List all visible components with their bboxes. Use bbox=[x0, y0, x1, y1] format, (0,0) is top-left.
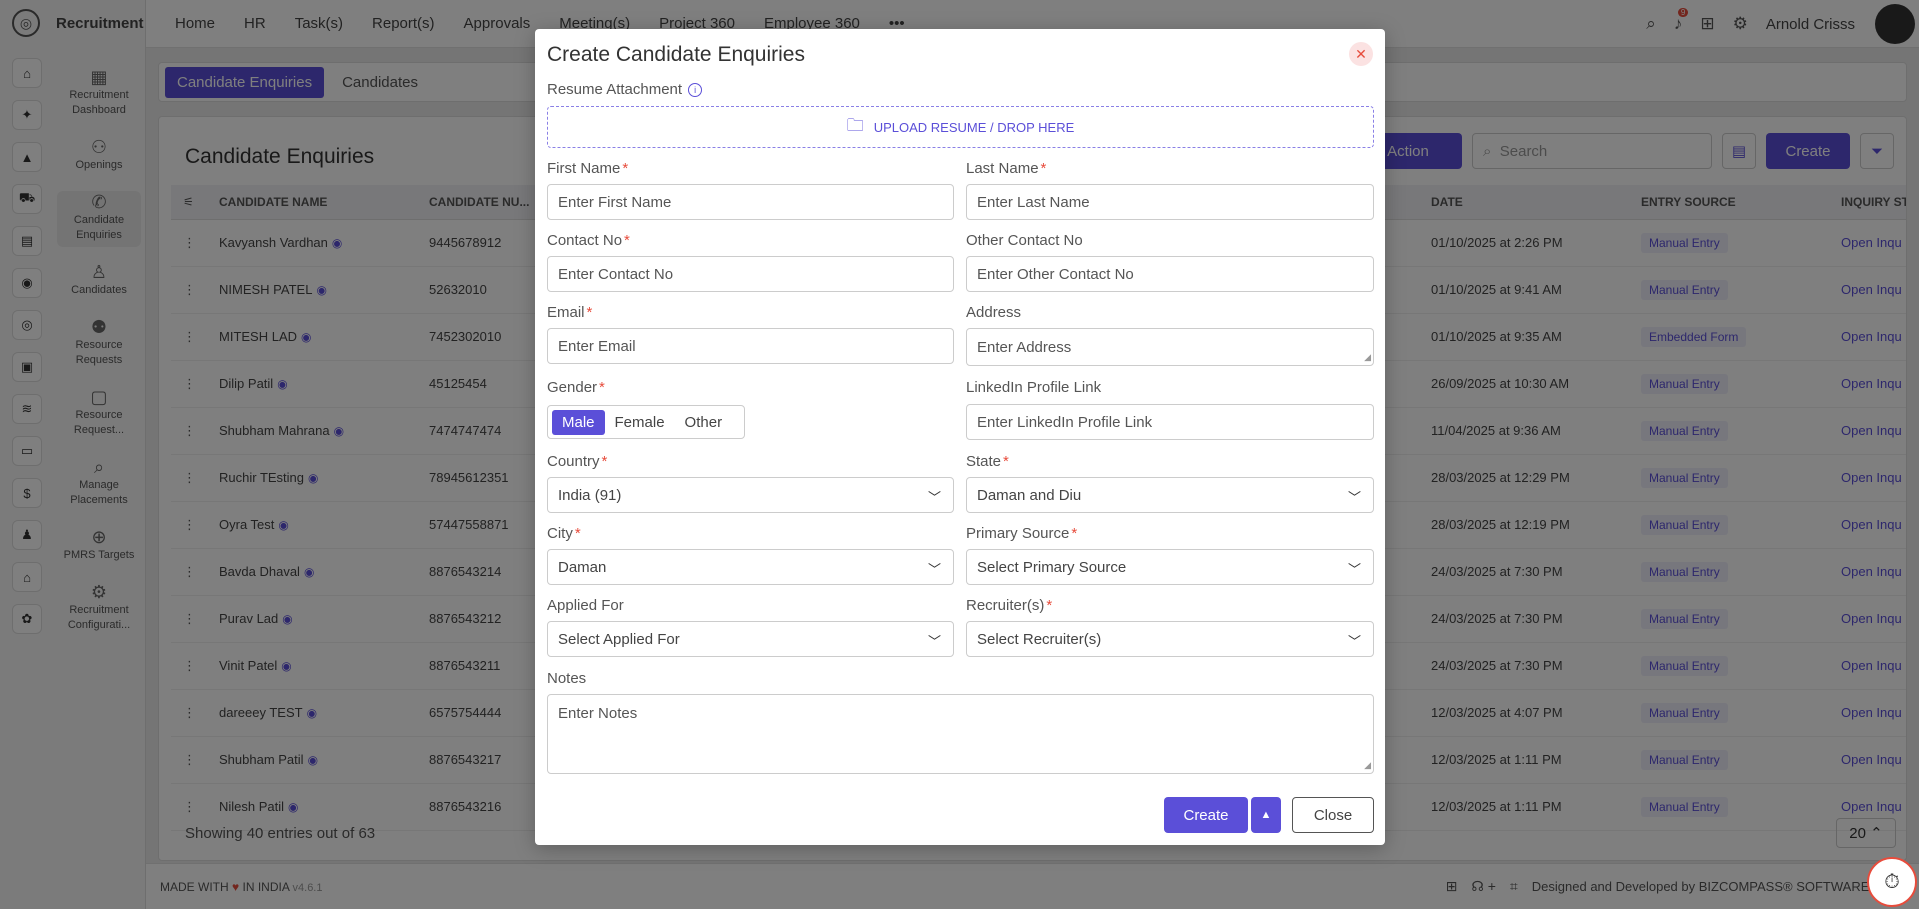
folder-icon: 🗀 bbox=[846, 115, 864, 135]
email-label: Email * bbox=[547, 304, 593, 321]
notes-textarea[interactable]: Enter Notes ◢ bbox=[547, 694, 1374, 774]
recruiters-select[interactable]: Select Recruiter(s) ﹀ bbox=[966, 621, 1374, 657]
close-icon[interactable]: ✕ bbox=[1349, 42, 1373, 66]
country-label: Country * bbox=[547, 453, 608, 470]
resize-grip-icon[interactable]: ◢ bbox=[1364, 352, 1371, 363]
last-name-input[interactable]: Enter Last Name bbox=[966, 184, 1374, 220]
resume-attachment-label: Resume Attachment i bbox=[547, 81, 703, 98]
linkedin-label: LinkedIn Profile Link bbox=[966, 379, 1102, 396]
linkedin-input[interactable]: Enter LinkedIn Profile Link bbox=[966, 404, 1374, 440]
chevron-down-icon: ﹀ bbox=[1347, 634, 1361, 649]
info-icon[interactable]: i bbox=[688, 83, 703, 98]
primary-source-select[interactable]: Select Primary Source ﹀ bbox=[966, 549, 1374, 585]
applied-for-label: Applied For bbox=[547, 597, 624, 614]
first-name-label: First Name * bbox=[547, 160, 629, 177]
chevron-down-icon: ﹀ bbox=[927, 490, 941, 505]
contact-no-label: Contact No * bbox=[547, 232, 630, 249]
create-button[interactable]: Create bbox=[1164, 797, 1248, 833]
city-label: City * bbox=[547, 525, 581, 542]
other-contact-no-input[interactable]: Enter Other Contact No bbox=[966, 256, 1374, 292]
state-select[interactable]: Daman and Diu ﹀ bbox=[966, 477, 1374, 513]
city-select[interactable]: Daman ﹀ bbox=[547, 549, 954, 585]
chevron-down-icon: ﹀ bbox=[1347, 490, 1361, 505]
timer-icon[interactable]: ⏱ bbox=[1867, 857, 1917, 907]
other-contact-no-label: Other Contact No bbox=[966, 232, 1083, 249]
caret-up-icon[interactable]: ▲ bbox=[1251, 797, 1281, 833]
country-select[interactable]: India (91) ﹀ bbox=[547, 477, 954, 513]
chevron-down-icon: ﹀ bbox=[927, 634, 941, 649]
contact-no-input[interactable]: Enter Contact No bbox=[547, 256, 954, 292]
gender-option-other[interactable]: Other bbox=[675, 410, 733, 435]
applied-for-select[interactable]: Select Applied For ﹀ bbox=[547, 621, 954, 657]
recruiters-label: Recruiter(s) * bbox=[966, 597, 1053, 614]
gender-option-female[interactable]: Female bbox=[605, 410, 675, 435]
gender-label: Gender * bbox=[547, 379, 605, 396]
primary-source-label: Primary Source * bbox=[966, 525, 1078, 542]
resume-upload-dropzone[interactable]: 🗀 UPLOAD RESUME / DROP HERE bbox=[547, 106, 1374, 148]
first-name-input[interactable]: Enter First Name bbox=[547, 184, 954, 220]
email-field[interactable]: Enter Email bbox=[547, 328, 954, 364]
state-label: State * bbox=[966, 453, 1009, 470]
notes-label: Notes bbox=[547, 670, 587, 687]
chevron-down-icon: ﹀ bbox=[1347, 562, 1361, 577]
address-label: Address bbox=[966, 304, 1022, 321]
last-name-label: Last Name * bbox=[966, 160, 1047, 177]
modal-title: Create Candidate Enquiries bbox=[547, 43, 805, 66]
close-button[interactable]: Close bbox=[1292, 797, 1374, 833]
gender-option-male[interactable]: Male bbox=[552, 409, 605, 435]
chevron-down-icon: ﹀ bbox=[927, 562, 941, 577]
create-candidate-enquiries-modal: Create Candidate Enquiries ✕ Resume Atta… bbox=[535, 29, 1385, 845]
address-textarea[interactable]: Enter Address ◢ bbox=[966, 328, 1374, 366]
resize-grip-icon[interactable]: ◢ bbox=[1364, 760, 1371, 771]
gender-toggle-group: Male Female Other bbox=[547, 405, 745, 439]
